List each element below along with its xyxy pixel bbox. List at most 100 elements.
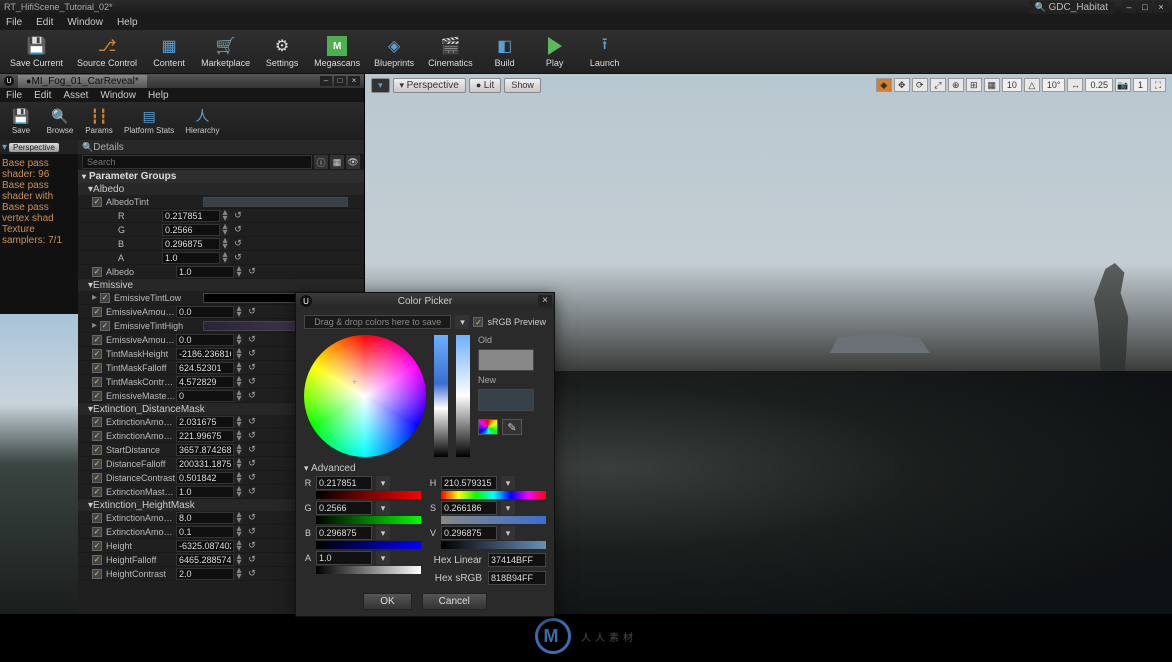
value-strip-1[interactable]: [434, 335, 448, 457]
albedo-a-input[interactable]: [162, 252, 220, 264]
mini-perspective-button[interactable]: Perspective: [9, 143, 59, 152]
mat-menu-window[interactable]: Window: [100, 90, 136, 101]
spinner[interactable]: ▾: [501, 501, 515, 515]
reset-icon[interactable]: ↺: [246, 486, 258, 497]
cancel-button[interactable]: Cancel: [422, 593, 487, 610]
checkbox[interactable]: ✓: [92, 555, 102, 565]
launch-button[interactable]: ⭱Launch: [581, 33, 629, 70]
ext-falloff-input[interactable]: [176, 458, 234, 470]
ok-button[interactable]: OK: [363, 593, 411, 610]
spinner[interactable]: ▴▾: [234, 362, 244, 374]
viewport-show-button[interactable]: Show: [504, 78, 541, 93]
window-close-button[interactable]: ×: [1154, 1, 1168, 13]
mat-menu-help[interactable]: Help: [148, 90, 169, 101]
transform-rotate-icon[interactable]: ⟳: [912, 78, 928, 92]
reset-icon[interactable]: ↺: [232, 224, 244, 235]
window-minimize-button[interactable]: –: [1122, 1, 1136, 13]
spinner[interactable]: ▴▾: [234, 444, 244, 456]
checkbox[interactable]: ✓: [92, 377, 102, 387]
advanced-header[interactable]: ▾ Advanced: [304, 463, 546, 474]
cp-v-slider[interactable]: [441, 541, 546, 549]
spinner[interactable]: ▴▾: [234, 540, 244, 552]
checkbox[interactable]: ✓: [92, 541, 102, 551]
spinner[interactable]: ▾: [376, 476, 390, 490]
spinner[interactable]: ▴▾: [220, 252, 230, 264]
cp-a-slider[interactable]: [316, 566, 421, 574]
spinner[interactable]: ▴▾: [234, 526, 244, 538]
exth-height-input[interactable]: [176, 540, 234, 552]
angle-snap-icon[interactable]: △: [1024, 78, 1040, 92]
reset-icon[interactable]: ↺: [232, 252, 244, 263]
checkbox[interactable]: ✓: [92, 473, 102, 483]
transform-select-icon[interactable]: ◆: [876, 78, 892, 92]
spinner[interactable]: ▴▾: [234, 486, 244, 498]
reset-icon[interactable]: ↺: [246, 458, 258, 469]
marketplace-button[interactable]: 🛒Marketplace: [195, 33, 256, 70]
spinner[interactable]: ▴▾: [234, 334, 244, 346]
viewport-lit-button[interactable]: ● Lit: [469, 78, 502, 93]
spinner[interactable]: ▾: [376, 526, 390, 540]
cp-r-slider[interactable]: [316, 491, 421, 499]
reset-icon[interactable]: ↺: [246, 526, 258, 537]
spinner[interactable]: ▴▾: [234, 390, 244, 402]
cinematics-button[interactable]: 🎬Cinematics: [422, 33, 479, 70]
mat-menu-edit[interactable]: Edit: [34, 90, 51, 101]
checkbox[interactable]: ✓: [92, 267, 102, 277]
exth-falloff-input[interactable]: [176, 554, 234, 566]
cp-s-input[interactable]: [441, 501, 497, 515]
transform-scale-icon[interactable]: ⤢: [930, 78, 946, 92]
albedo-b-input[interactable]: [162, 238, 220, 250]
reset-icon[interactable]: ↺: [246, 362, 258, 373]
parameter-groups-header[interactable]: ▾Parameter Groups: [78, 170, 364, 183]
reset-icon[interactable]: ↺: [246, 334, 258, 345]
color-wheel[interactable]: ⌖: [304, 335, 426, 457]
spinner[interactable]: ▴▾: [234, 554, 244, 566]
spinner[interactable]: ▾: [376, 501, 390, 515]
mat-menu-file[interactable]: File: [6, 90, 22, 101]
albedo-header[interactable]: ▾Albedo: [78, 183, 364, 195]
checkbox[interactable]: ✓: [92, 307, 102, 317]
hex-srgb-input[interactable]: [488, 571, 546, 585]
subwin-maximize-button[interactable]: □: [334, 76, 346, 86]
spinner[interactable]: ▴▾: [234, 376, 244, 388]
cp-g-slider[interactable]: [316, 516, 421, 524]
cp-b-input[interactable]: [316, 526, 372, 540]
material-preview-viewport[interactable]: ▾ Perspective Base pass shader: 96 Base …: [0, 140, 78, 614]
viewport-options-dropdown[interactable]: ▾: [371, 78, 390, 93]
color-drop-area[interactable]: Drag & drop colors here to save: [304, 315, 451, 329]
viewport-perspective-button[interactable]: ▾ Perspective: [393, 78, 466, 93]
emissive-header[interactable]: ▾Emissive: [78, 279, 364, 291]
spinner[interactable]: ▾: [501, 526, 515, 540]
ext-start-input[interactable]: [176, 444, 234, 456]
spinner[interactable]: ▴▾: [220, 224, 230, 236]
play-button[interactable]: Play: [531, 33, 579, 70]
build-button[interactable]: ◧Build: [481, 33, 529, 70]
reset-icon[interactable]: ↺: [246, 512, 258, 523]
subwin-minimize-button[interactable]: –: [320, 76, 332, 86]
dropdown-icon[interactable]: ▾: [2, 142, 7, 153]
reset-icon[interactable]: ↺: [246, 416, 258, 427]
checkbox[interactable]: ✓: [92, 487, 102, 497]
checkbox[interactable]: ✓: [92, 363, 102, 373]
checkbox[interactable]: ✓: [92, 459, 102, 469]
color-picker-titlebar[interactable]: U Color Picker ×: [296, 293, 554, 309]
details-tab[interactable]: 🔍 Details: [78, 140, 364, 154]
ext-contrast-input[interactable]: [176, 472, 234, 484]
transform-move-icon[interactable]: ✥: [894, 78, 910, 92]
old-color-swatch[interactable]: [478, 349, 534, 371]
reset-icon[interactable]: ↺: [246, 568, 258, 579]
scale-snap-value[interactable]: 0.25: [1085, 78, 1113, 92]
mat-save-button[interactable]: 💾Save: [2, 105, 40, 137]
spinner[interactable]: ▾: [501, 476, 515, 490]
tintmaskheight-input[interactable]: [176, 348, 234, 360]
search-clear-icon[interactable]: ⓘ: [314, 155, 328, 169]
blueprints-button[interactable]: ◈Blueprints: [368, 33, 420, 70]
spinner[interactable]: ▾: [376, 551, 390, 565]
eye-icon[interactable]: 👁: [346, 155, 360, 169]
cp-s-slider[interactable]: [441, 516, 546, 524]
spinner[interactable]: ▴▾: [234, 472, 244, 484]
tintmaskfalloff-input[interactable]: [176, 362, 234, 374]
emissive-amounthigh-input[interactable]: [176, 334, 234, 346]
cp-h-slider[interactable]: [441, 491, 546, 499]
checkbox[interactable]: ✓: [92, 445, 102, 455]
